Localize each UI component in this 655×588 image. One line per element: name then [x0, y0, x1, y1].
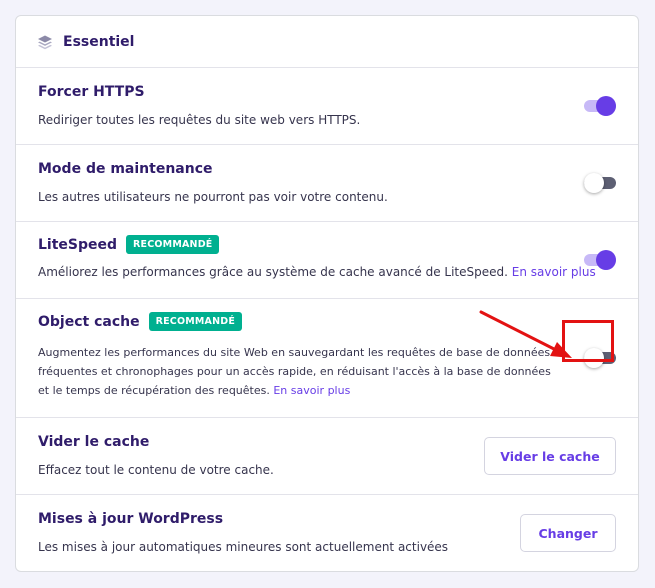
- object-cache-toggle[interactable]: [584, 347, 616, 369]
- setting-row-object-cache: Object cache RECOMMANDÉ Augmentez les pe…: [16, 299, 638, 418]
- toggle-knob: [584, 348, 604, 368]
- setting-row-maintenance: Mode de maintenance Les autres utilisate…: [16, 145, 638, 222]
- setting-title: Forcer HTTPS: [38, 84, 145, 100]
- card-header: Essentiel: [16, 16, 638, 68]
- litespeed-toggle[interactable]: [584, 249, 616, 271]
- setting-title: Vider le cache: [38, 434, 150, 450]
- setting-description: Améliorez les performances grâce au syst…: [38, 265, 508, 279]
- setting-title-wrap: LiteSpeed RECOMMANDÉ: [38, 235, 220, 254]
- setting-row-clear-cache: Vider le cache Effacez tout le contenu d…: [16, 418, 638, 495]
- card-title: Essentiel: [63, 33, 135, 50]
- setting-title: Mises à jour WordPress: [38, 511, 224, 527]
- toggle-knob: [584, 173, 604, 193]
- setting-description-wrap: Augmentez les performances du site Web e…: [38, 343, 558, 400]
- layers-icon: [37, 34, 53, 50]
- toggle-knob: [596, 250, 616, 270]
- recommended-badge: RECOMMANDÉ: [126, 235, 220, 254]
- setting-title: Object cache: [38, 313, 140, 330]
- setting-title-wrap: Object cache RECOMMANDÉ: [38, 312, 243, 331]
- setting-description: Rediriger toutes les requêtes du site we…: [38, 113, 361, 127]
- setting-row-wp-updates: Mises à jour WordPress Les mises à jour …: [16, 495, 638, 571]
- setting-description-wrap: Améliorez les performances grâce au syst…: [38, 265, 596, 279]
- clear-cache-button[interactable]: Vider le cache: [484, 437, 616, 475]
- setting-description: Les mises à jour automatiques mineures s…: [38, 540, 449, 554]
- recommended-badge: RECOMMANDÉ: [148, 312, 243, 331]
- learn-more-link[interactable]: En savoir plus: [273, 384, 350, 397]
- change-updates-button[interactable]: Changer: [520, 514, 616, 552]
- maintenance-toggle[interactable]: [584, 172, 616, 194]
- settings-card: Essentiel Forcer HTTPS Rediriger toutes …: [15, 15, 639, 572]
- force-https-toggle[interactable]: [584, 95, 616, 117]
- setting-row-litespeed: LiteSpeed RECOMMANDÉ Améliorez les perfo…: [16, 222, 638, 299]
- setting-description: Les autres utilisateurs ne pourront pas …: [38, 190, 388, 204]
- toggle-knob: [596, 96, 616, 116]
- setting-title: Mode de maintenance: [38, 161, 213, 177]
- setting-title: LiteSpeed: [38, 236, 118, 253]
- setting-row-force-https: Forcer HTTPS Rediriger toutes les requêt…: [16, 68, 638, 145]
- setting-description: Effacez tout le contenu de votre cache.: [38, 463, 274, 477]
